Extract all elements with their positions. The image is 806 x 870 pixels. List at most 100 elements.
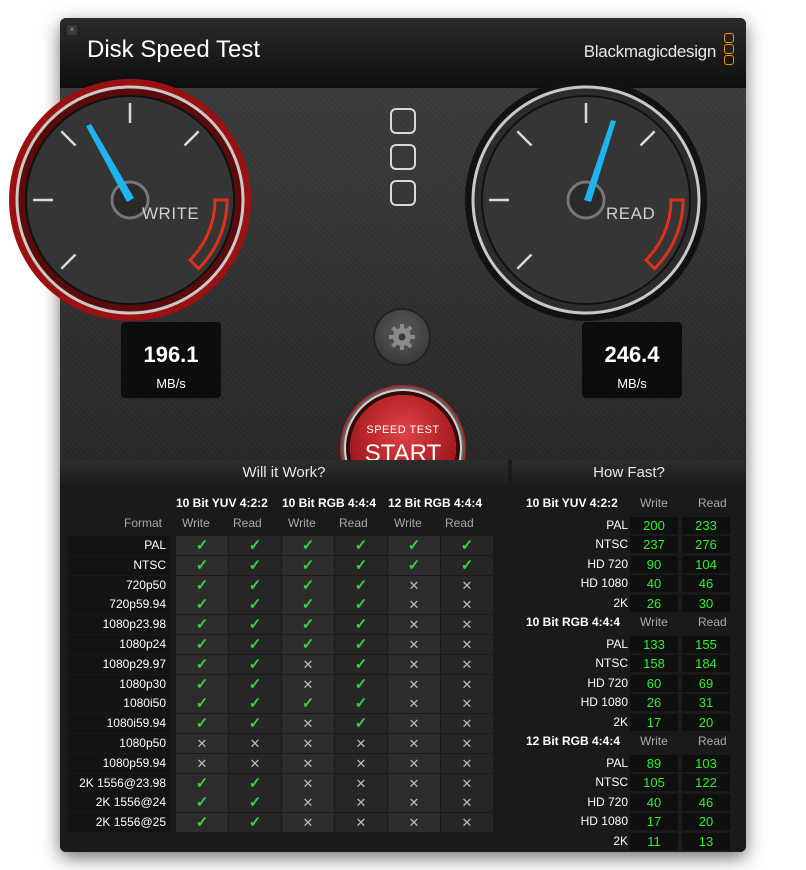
will-it-work-table: 10 Bit YUV 4:2:2 10 Bit RGB 4:4:4 12 Bit R… <box>60 486 508 852</box>
speed-row: NTSC 158 184 <box>526 654 732 673</box>
check-icon: ✓ <box>176 635 228 654</box>
app-title: Disk Speed Test <box>87 36 260 63</box>
check-icon: ✓ <box>388 555 440 575</box>
table-row: 1080i59.94 ✓ ✓ ✕ ✓ ✕ ✕ <box>68 714 494 734</box>
settings-gear-icon[interactable] <box>373 308 431 366</box>
check-icon: ✓ <box>335 595 387 615</box>
format-label: 2K 1556@24 <box>68 793 170 813</box>
speed-group-title: 10 Bit YUV 4:2:2 <box>526 496 618 510</box>
format-label: HD 720 <box>587 556 628 571</box>
speed-row: HD 720 40 46 <box>526 793 732 812</box>
cross-icon: ✕ <box>441 654 493 674</box>
how-fast-title: How Fast? <box>512 460 746 486</box>
cross-icon: ✕ <box>388 793 440 813</box>
write-column-header: Write <box>640 734 668 748</box>
format-column-header: Format <box>124 516 163 530</box>
cross-icon: ✕ <box>388 615 440 635</box>
brand-name: Blackmagicdesign <box>583 42 717 61</box>
format-label: 1080i59.94 <box>68 714 170 734</box>
format-label: HD 1080 <box>580 814 628 829</box>
speed-row: PAL 200 233 <box>526 516 732 535</box>
check-icon: ✓ <box>335 536 387 555</box>
format-label: PAL <box>606 756 628 770</box>
format-label: PAL <box>68 536 170 555</box>
check-icon: ✓ <box>282 635 334 654</box>
will-it-work-title: Will it Work? <box>60 460 508 486</box>
table-row: 1080i50 ✓ ✓ ✓ ✓ ✕ ✕ <box>68 694 494 714</box>
app-window: × Disk Speed Test Blackmagicdesign WRITE… <box>9 18 746 852</box>
read-gauge <box>465 79 707 321</box>
check-icon: ✓ <box>335 635 387 654</box>
speed-row: HD 720 60 69 <box>526 674 732 693</box>
check-icon: ✓ <box>229 674 281 694</box>
check-icon: ✓ <box>388 536 440 555</box>
check-icon: ✓ <box>282 595 334 615</box>
cross-icon: ✕ <box>441 714 493 734</box>
read-column-header: Read <box>698 615 727 629</box>
cross-icon: ✕ <box>441 773 493 793</box>
check-icon: ✓ <box>176 714 228 734</box>
format-label: 2K <box>613 595 628 610</box>
format-label: PAL <box>606 637 628 651</box>
format-label: NTSC <box>595 656 628 671</box>
cross-icon: ✕ <box>441 595 493 615</box>
format-label: 1080p30 <box>68 674 170 694</box>
cross-icon: ✕ <box>335 793 387 813</box>
check-icon: ✓ <box>229 575 281 595</box>
cross-icon: ✕ <box>441 793 493 813</box>
read-speed-cell: 276 <box>682 536 730 554</box>
cross-icon: ✕ <box>282 773 334 793</box>
read-column-header: Read <box>445 516 474 530</box>
cross-icon: ✕ <box>441 813 493 833</box>
cross-icon: ✕ <box>282 734 334 753</box>
check-icon: ✓ <box>229 793 281 813</box>
format-label: 1080p59.94 <box>68 753 170 773</box>
write-speed-cell: 105 <box>630 774 678 792</box>
cross-icon: ✕ <box>441 575 493 595</box>
brand-logo-icon <box>724 33 736 66</box>
write-speed-cell: 89 <box>630 755 678 772</box>
read-speed-cell: 122 <box>682 774 730 792</box>
cross-icon: ✕ <box>229 734 281 753</box>
speed-row: PAL 133 155 <box>526 635 732 654</box>
cross-icon: ✕ <box>282 674 334 694</box>
check-icon: ✓ <box>335 615 387 635</box>
write-speed-cell: 26 <box>630 694 678 712</box>
check-icon: ✓ <box>229 595 281 615</box>
check-icon: ✓ <box>282 536 334 555</box>
table-row: 720p50 ✓ ✓ ✓ ✓ ✕ ✕ <box>68 575 494 595</box>
column-group-header: 10 Bit RGB 4:4:4 <box>282 496 377 510</box>
check-icon: ✓ <box>229 555 281 575</box>
write-speed-cell: 40 <box>630 575 678 593</box>
format-label: NTSC <box>68 555 170 575</box>
table-row: 2K 1556@25 ✓ ✓ ✕ ✕ ✕ ✕ <box>68 813 494 833</box>
speed-row: HD 1080 17 20 <box>526 812 732 831</box>
check-icon: ✓ <box>176 615 228 635</box>
cross-icon: ✕ <box>388 635 440 654</box>
check-icon: ✓ <box>176 654 228 674</box>
check-icon: ✓ <box>335 654 387 674</box>
gauge-area: WRITE 196.1 MB/s READ 246.4 MB/s SPEED T… <box>9 79 746 511</box>
format-label: 1080p23.98 <box>68 615 170 635</box>
check-icon: ✓ <box>229 635 281 654</box>
cross-icon: ✕ <box>441 734 493 753</box>
column-group-header: 10 Bit YUV 4:2:2 <box>176 496 268 510</box>
speed-row: PAL 89 103 <box>526 754 732 773</box>
table-row: PAL ✓ ✓ ✓ ✓ ✓ ✓ <box>68 536 494 555</box>
read-speed-cell: 30 <box>682 594 730 612</box>
check-icon: ✓ <box>441 536 493 555</box>
check-icon: ✓ <box>176 595 228 615</box>
format-label: HD 1080 <box>580 576 628 591</box>
cross-icon: ✕ <box>176 753 228 773</box>
close-icon[interactable]: × <box>67 25 77 35</box>
check-icon: ✓ <box>176 536 228 555</box>
format-label: PAL <box>606 518 628 532</box>
check-icon: ✓ <box>282 555 334 575</box>
table-row: 1080p50 ✕ ✕ ✕ ✕ ✕ ✕ <box>68 734 494 753</box>
cross-icon: ✕ <box>441 635 493 654</box>
read-speed-cell: 46 <box>682 575 730 593</box>
format-label: NTSC <box>595 775 628 790</box>
cross-icon: ✕ <box>388 813 440 833</box>
write-readout: 196.1 MB/s <box>121 322 221 398</box>
format-label: 2K 1556@25 <box>68 813 170 833</box>
